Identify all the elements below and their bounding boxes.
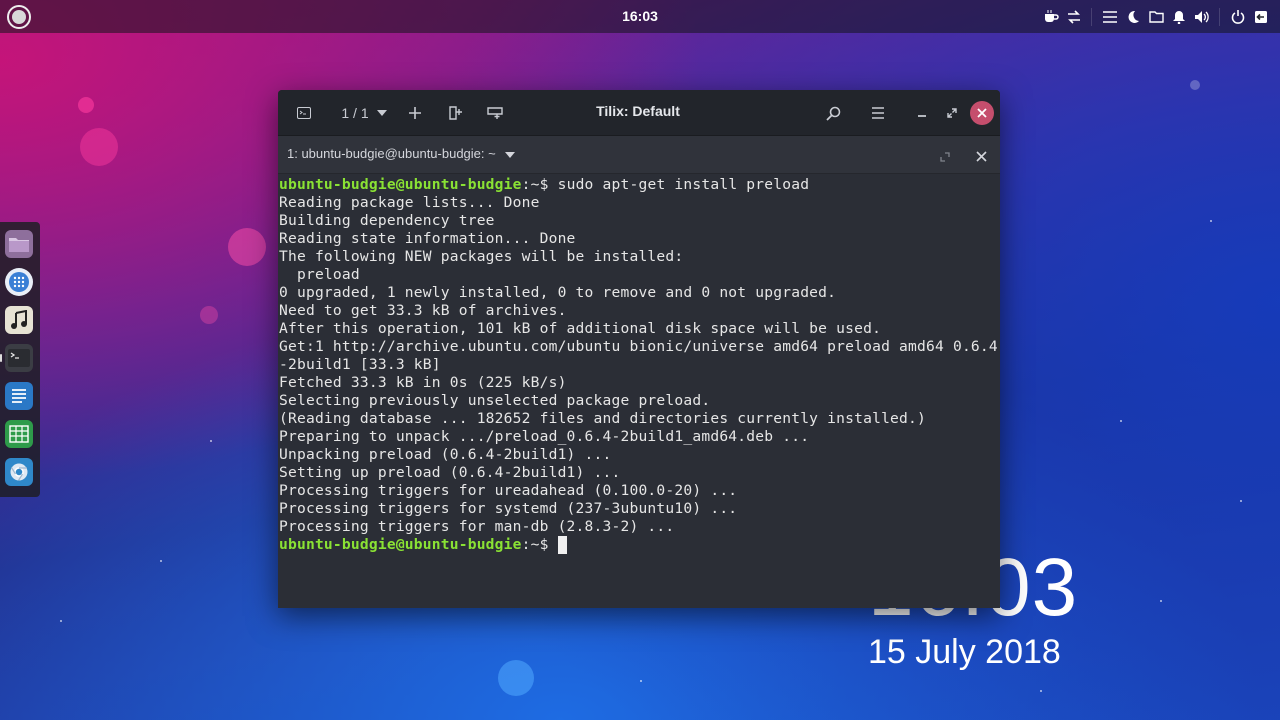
notifications-icon[interactable]: [1099, 6, 1121, 28]
terminal-line: Processing triggers for man-db (2.8.3-2)…: [279, 518, 675, 535]
sidebar-toggle-button[interactable]: [292, 101, 316, 125]
terminal-cursor: [557, 536, 567, 554]
wallpaper-bokeh: [228, 228, 266, 266]
window-title: Tilix: Default: [596, 103, 680, 119]
wallpaper-bokeh: [498, 660, 534, 696]
window-headerbar[interactable]: 1 / 1 Tilix: Default: [278, 90, 1000, 136]
hamburger-icon: [872, 107, 884, 119]
coffee-icon[interactable]: [1040, 6, 1062, 28]
terminal-titlebar[interactable]: 1: ubuntu-budgie@ubuntu-budgie: ~: [278, 136, 1000, 174]
split-right-icon: [449, 106, 462, 120]
terminal-line: ubuntu-budgie@ubuntu-budgie:~$: [279, 536, 1000, 554]
wallpaper-bokeh: [1190, 80, 1200, 90]
close-window-button[interactable]: [970, 101, 994, 125]
chevron-down-icon: [376, 110, 387, 116]
wallpaper-bokeh: [78, 97, 94, 113]
wallpaper-bokeh: [200, 306, 218, 324]
budgie-menu-button[interactable]: [7, 5, 31, 29]
split-down-icon: [487, 107, 503, 119]
session-counter: 1 / 1: [341, 105, 369, 121]
terminal-line: 0 upgraded, 1 newly installed, 0 to remo…: [279, 284, 837, 301]
logout-icon[interactable]: [1250, 6, 1272, 28]
dock-music-launcher[interactable]: [5, 306, 33, 334]
terminal-line: Reading package lists... Done: [279, 194, 540, 211]
desktop-clock-date: 15 July 2018: [868, 633, 1061, 671]
session-switcher-button[interactable]: 1 / 1: [336, 101, 392, 125]
hamburger-menu-button[interactable]: [867, 101, 889, 125]
terminal-line: Building dependency tree: [279, 212, 495, 229]
find-button[interactable]: [822, 101, 844, 125]
plus-icon: [409, 107, 421, 119]
terminal-line: Need to get 33.3 kB of archives.: [279, 302, 567, 319]
terminal-command: sudo apt-get install preload: [557, 176, 810, 193]
terminal-line: preload: [279, 266, 360, 283]
terminal-line: Get:1 http://archive.ubuntu.com/ubuntu b…: [279, 338, 998, 355]
minimize-button[interactable]: [912, 101, 932, 125]
terminal-output[interactable]: ubuntu-budgie@ubuntu-budgie:~$ sudo apt-…: [278, 174, 1000, 554]
dock-app-grid-launcher[interactable]: [5, 268, 33, 296]
terminal-line: After this operation, 101 kB of addition…: [279, 320, 882, 337]
dock-terminal-launcher[interactable]: [0, 344, 33, 372]
terminal-line: Preparing to unpack .../preload_0.6.4-2b…: [279, 428, 810, 445]
expand-icon: [940, 152, 950, 162]
add-terminal-right-button[interactable]: [444, 101, 466, 125]
search-icon: [825, 106, 840, 121]
places-icon[interactable]: [1145, 6, 1167, 28]
terminal-line: The following NEW packages will be insta…: [279, 248, 684, 265]
terminal-line: -2build1 [33.3 kB]: [279, 356, 441, 373]
terminal-menu-icon: [297, 107, 311, 119]
system-tray: [1039, 0, 1280, 33]
network-transfer-icon[interactable]: [1063, 6, 1085, 28]
terminal-prompt: ubuntu-budgie@ubuntu-budgie: [279, 176, 522, 193]
tilix-window[interactable]: 1 / 1 Tilix: Default 1: ubuntu-budgie@ub…: [278, 90, 1000, 608]
top-panel: 16:03: [0, 0, 1280, 33]
dock: [0, 222, 40, 497]
maximize-icon: [947, 108, 957, 118]
terminal-line: Processing triggers for ureadahead (0.10…: [279, 482, 738, 499]
terminal-line: ubuntu-budgie@ubuntu-budgie:~$ sudo apt-…: [279, 176, 810, 193]
terminal-line: (Reading database ... 182652 files and d…: [279, 410, 927, 427]
close-terminal-button[interactable]: [976, 149, 987, 167]
dock-files-launcher[interactable]: [5, 230, 33, 258]
terminal-title-button[interactable]: 1: ubuntu-budgie@ubuntu-budgie: ~: [287, 146, 516, 161]
dock-calc-launcher[interactable]: [5, 420, 33, 448]
tray-separator: [1091, 7, 1092, 26]
terminal-title: 1: ubuntu-budgie@ubuntu-budgie: ~: [287, 146, 496, 161]
dock-writer-launcher[interactable]: [5, 382, 33, 410]
terminal-line: Unpacking preload (0.6.4-2build1) ...: [279, 446, 612, 463]
terminal-line: Setting up preload (0.6.4-2build1) ...: [279, 464, 621, 481]
chevron-down-icon: [505, 151, 516, 158]
terminal-line: Reading state information... Done: [279, 230, 576, 247]
terminal-line: Fetched 33.3 kB in 0s (225 kB/s): [279, 374, 567, 391]
terminal-prompt: ubuntu-budgie@ubuntu-budgie: [279, 536, 522, 553]
tray-separator: [1219, 7, 1220, 26]
bell-icon[interactable]: [1168, 6, 1190, 28]
terminal-line: Selecting previously unselected package …: [279, 392, 711, 409]
maximize-button[interactable]: [942, 101, 962, 125]
maximize-terminal-button[interactable]: [940, 149, 950, 167]
new-session-button[interactable]: [404, 101, 426, 125]
volume-icon[interactable]: [1191, 6, 1213, 28]
terminal-line: Processing triggers for systemd (237-3ub…: [279, 500, 738, 517]
panel-clock[interactable]: 16:03: [600, 8, 680, 24]
add-terminal-down-button[interactable]: [484, 101, 506, 125]
close-icon: [970, 101, 994, 125]
night-light-icon[interactable]: [1122, 6, 1144, 28]
wallpaper-bokeh: [80, 128, 118, 166]
dock-browser-launcher[interactable]: [5, 458, 33, 486]
close-icon: [976, 151, 987, 162]
minimize-icon: [918, 115, 926, 117]
power-icon[interactable]: [1227, 6, 1249, 28]
